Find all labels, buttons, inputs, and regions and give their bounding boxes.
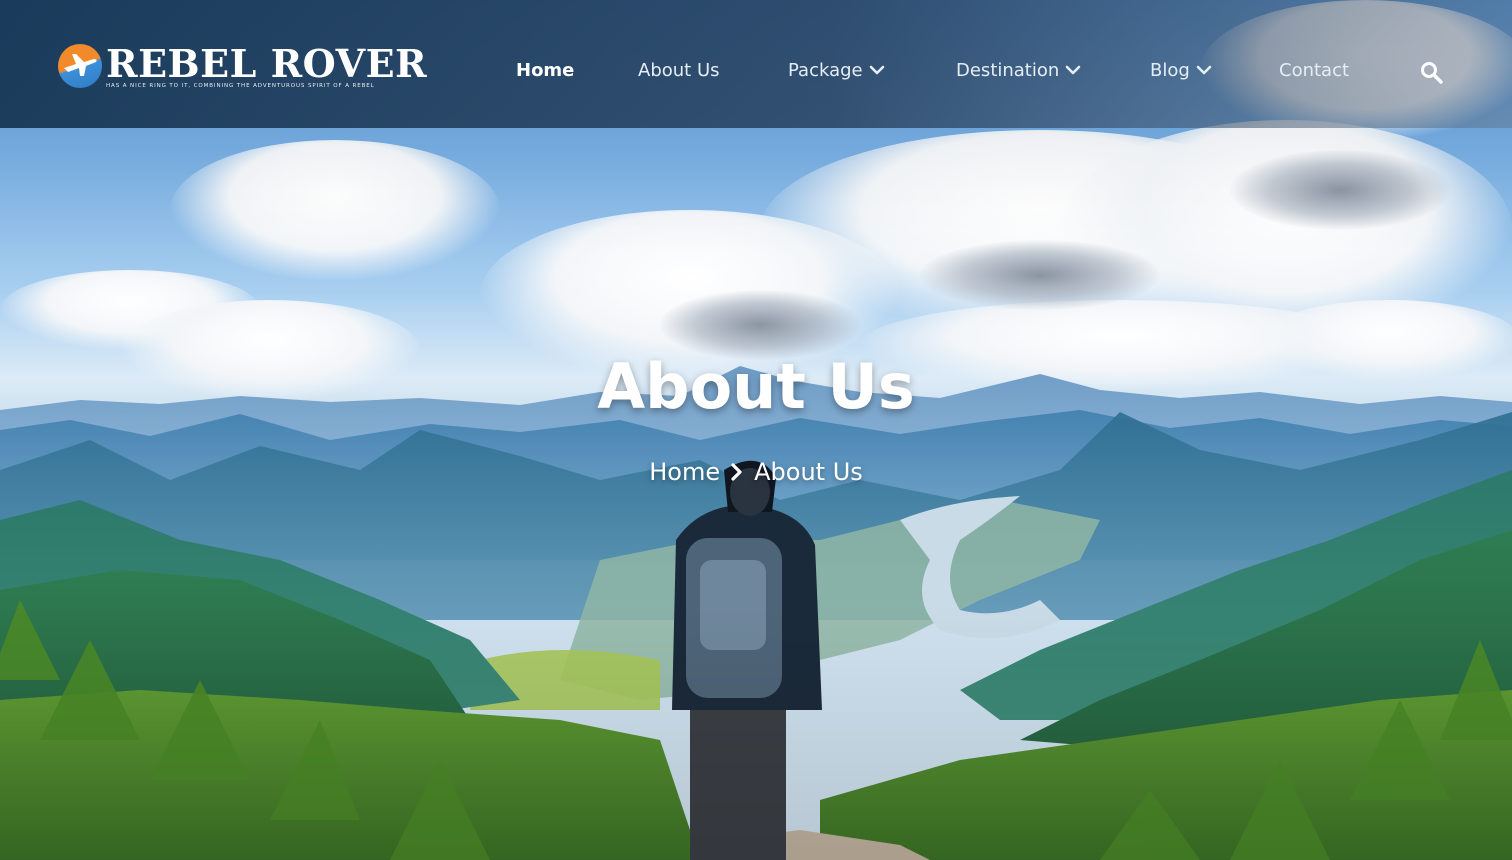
site-header: REBEL ROVER HAS A NICE RING TO IT, COMBI… <box>0 0 1512 128</box>
nav-item-package[interactable]: Package <box>788 60 885 81</box>
search-icon[interactable] <box>1420 61 1444 90</box>
hero-background <box>0 0 1512 860</box>
nav-item-contact[interactable]: Contact <box>1279 60 1349 81</box>
nav-item-label: Home <box>516 60 575 81</box>
nav-item-destination[interactable]: Destination <box>956 60 1081 81</box>
page-title: About Us <box>597 350 915 423</box>
chevron-down-icon <box>869 60 885 81</box>
breadcrumb-home-link[interactable]: Home <box>649 458 720 486</box>
nav-item-label: Destination <box>956 60 1060 81</box>
nav-item-blog[interactable]: Blog <box>1150 60 1212 81</box>
main-nav: Home About Us Package Destination Blog C… <box>0 60 1512 86</box>
chevron-down-icon <box>1065 60 1081 81</box>
chevron-right-icon <box>730 462 744 482</box>
nav-item-label: Package <box>788 60 863 81</box>
chevron-down-icon <box>1196 60 1212 81</box>
nav-item-label: Blog <box>1150 60 1190 81</box>
nav-item-about-us[interactable]: About Us <box>638 60 720 81</box>
nav-item-label: Contact <box>1279 60 1350 81</box>
breadcrumb: Home About Us <box>0 458 1512 486</box>
breadcrumb-current: About Us <box>754 458 863 486</box>
nav-item-label: About Us <box>638 60 720 81</box>
nav-item-home[interactable]: Home <box>516 60 574 81</box>
